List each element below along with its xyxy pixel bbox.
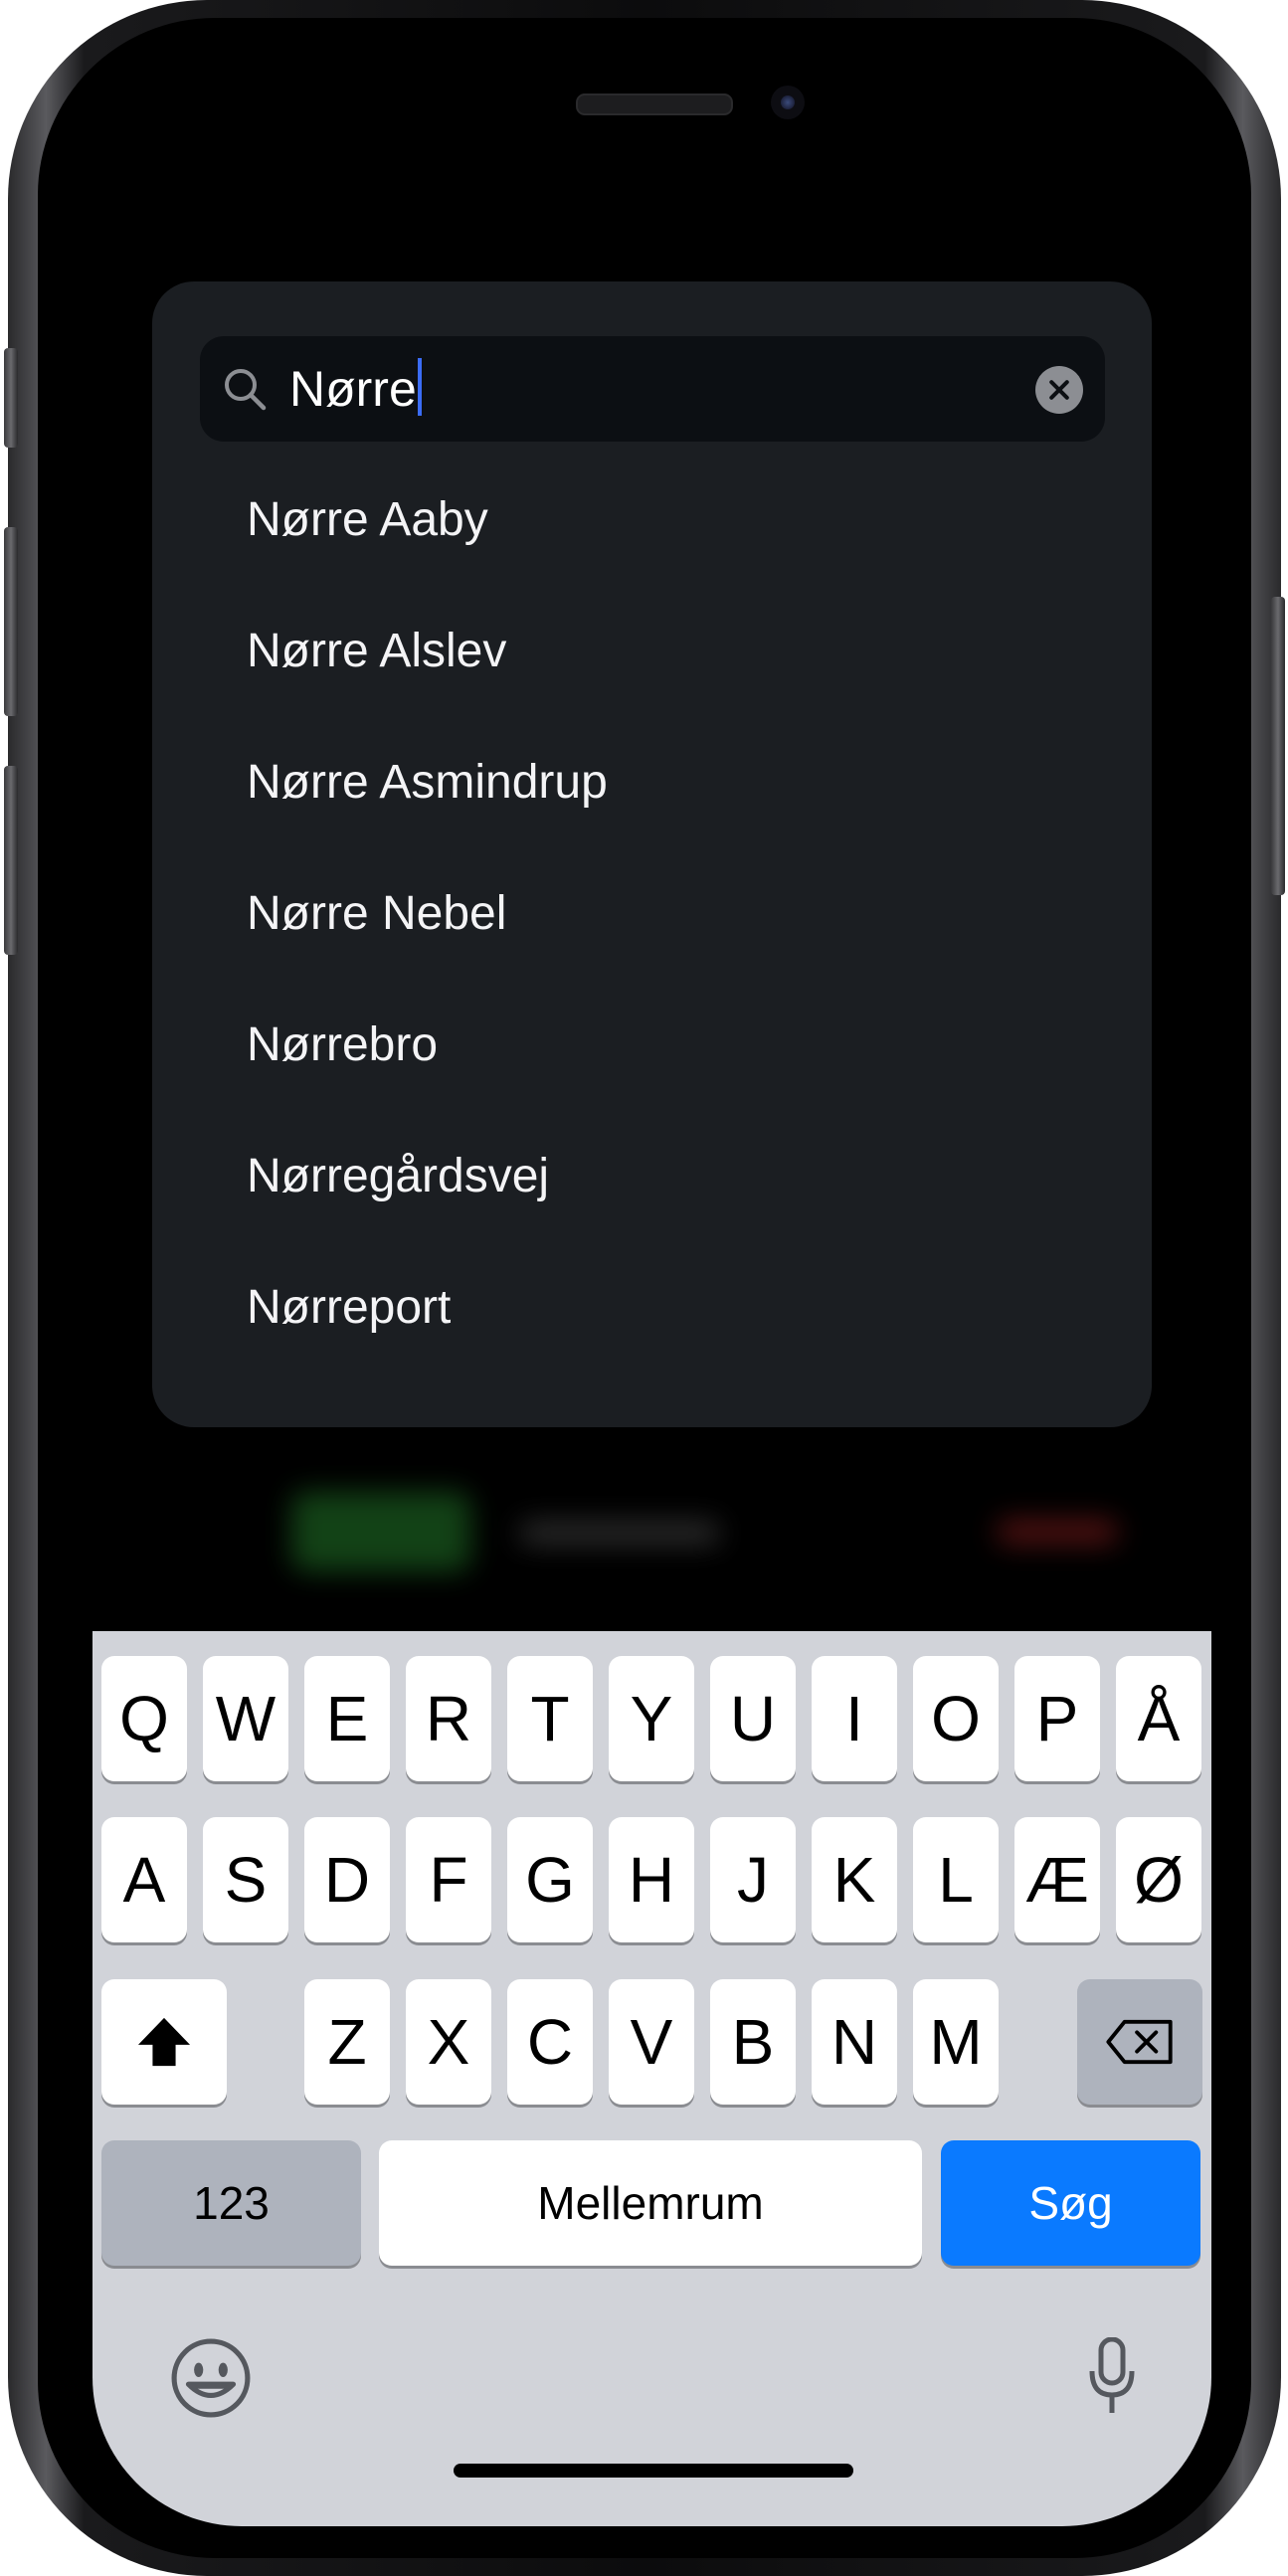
- clear-icon[interactable]: [1035, 366, 1083, 414]
- key-o[interactable]: O: [913, 1656, 999, 1781]
- screen: Nørre Nørre Aaby Nørre Alslev Nørre Asmi…: [92, 50, 1211, 2526]
- blurred-background-row: [202, 1472, 1147, 1581]
- key-aa[interactable]: Å: [1116, 1656, 1201, 1781]
- earpiece-speaker: [576, 93, 733, 115]
- key-x[interactable]: X: [406, 1979, 491, 2105]
- microphone-icon[interactable]: [1087, 2337, 1137, 2417]
- key-ae[interactable]: Æ: [1014, 1817, 1100, 1942]
- key-p[interactable]: P: [1014, 1656, 1100, 1781]
- emoji-icon[interactable]: [170, 2337, 252, 2419]
- silent-switch: [4, 348, 18, 448]
- text-caret: [417, 358, 422, 416]
- key-v[interactable]: V: [609, 1979, 694, 2105]
- key-y[interactable]: Y: [609, 1656, 694, 1781]
- result-item[interactable]: Nørrebro: [247, 1006, 438, 1085]
- key-w[interactable]: W: [203, 1656, 288, 1781]
- search-key[interactable]: Søg: [941, 2140, 1200, 2266]
- key-q[interactable]: Q: [101, 1656, 187, 1781]
- key-j[interactable]: J: [710, 1817, 796, 1942]
- search-query: Nørre: [289, 354, 422, 424]
- key-m[interactable]: M: [913, 1979, 999, 2105]
- result-item[interactable]: Nørregårdsvej: [247, 1137, 549, 1216]
- key-k[interactable]: K: [812, 1817, 897, 1942]
- keyboard: Q W E R T Y U I O P Å A S D F G H J K L …: [92, 1631, 1211, 2526]
- space-key[interactable]: Mellemrum: [379, 2140, 922, 2266]
- key-z[interactable]: Z: [304, 1979, 390, 2105]
- phone-frame: Nørre Nørre Aaby Nørre Alslev Nørre Asmi…: [4, 0, 1285, 2576]
- result-item[interactable]: Nørre Aaby: [247, 480, 488, 560]
- key-s[interactable]: S: [203, 1817, 288, 1942]
- search-panel: Nørre Nørre Aaby Nørre Alslev Nørre Asmi…: [152, 281, 1152, 1427]
- key-oe[interactable]: Ø: [1116, 1817, 1201, 1942]
- backspace-key[interactable]: [1077, 1979, 1202, 2105]
- power-button: [1271, 597, 1285, 895]
- volume-up-button: [4, 527, 18, 716]
- numbers-key[interactable]: 123: [101, 2140, 361, 2266]
- key-f[interactable]: F: [406, 1817, 491, 1942]
- key-e[interactable]: E: [304, 1656, 390, 1781]
- key-u[interactable]: U: [710, 1656, 796, 1781]
- key-c[interactable]: C: [507, 1979, 593, 2105]
- key-n[interactable]: N: [812, 1979, 897, 2105]
- front-camera-icon: [771, 86, 805, 119]
- search-input[interactable]: Nørre: [200, 336, 1105, 442]
- key-g[interactable]: G: [507, 1817, 593, 1942]
- result-item[interactable]: Nørre Alslev: [247, 612, 506, 691]
- shift-key[interactable]: [101, 1979, 227, 2105]
- result-item[interactable]: Nørre Nebel: [247, 874, 506, 954]
- key-b[interactable]: B: [710, 1979, 796, 2105]
- volume-down-button: [4, 766, 18, 955]
- key-l[interactable]: L: [913, 1817, 999, 1942]
- shift-icon: [137, 2017, 191, 2067]
- home-indicator[interactable]: [454, 2464, 853, 2478]
- search-icon: [225, 369, 267, 411]
- backspace-icon: [1106, 2019, 1173, 2065]
- key-d[interactable]: D: [304, 1817, 390, 1942]
- key-a[interactable]: A: [101, 1817, 187, 1942]
- key-t[interactable]: T: [507, 1656, 593, 1781]
- result-item[interactable]: Nørreport: [247, 1268, 451, 1348]
- result-item[interactable]: Nørre Asmindrup: [247, 743, 608, 823]
- key-r[interactable]: R: [406, 1656, 491, 1781]
- key-h[interactable]: H: [609, 1817, 694, 1942]
- key-i[interactable]: I: [812, 1656, 897, 1781]
